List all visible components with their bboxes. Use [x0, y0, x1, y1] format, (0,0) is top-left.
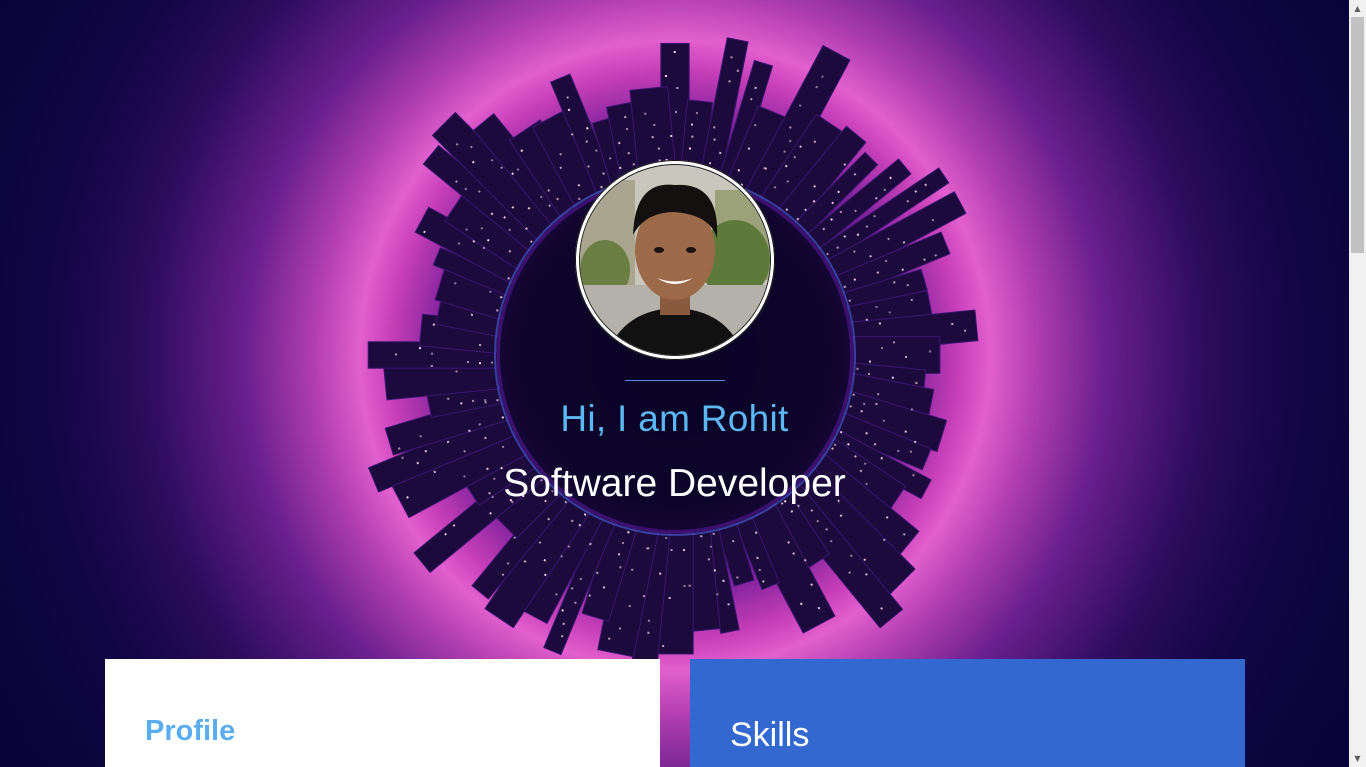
vertical-scrollbar[interactable]: ▲ ▼ — [1349, 0, 1366, 767]
hero-greeting: Hi, I am Rohit — [560, 398, 789, 439]
profile-photo — [575, 160, 775, 360]
city-skyline-ring — [367, 37, 979, 666]
scroll-up-arrow-icon[interactable]: ▲ — [1349, 0, 1366, 17]
skills-card-title: Skills — [730, 716, 810, 754]
profile-card: Profile — [105, 659, 660, 767]
skills-card: Skills — [690, 659, 1245, 767]
page: Hi, I am Rohit Software Developer Profil… — [0, 0, 1366, 767]
title-divider — [625, 380, 725, 381]
profile-card-title: Profile — [145, 715, 236, 747]
scroll-down-arrow-icon[interactable]: ▼ — [1349, 750, 1366, 767]
hero-role: Software Developer — [503, 462, 846, 505]
scroll-thumb[interactable] — [1351, 17, 1364, 253]
